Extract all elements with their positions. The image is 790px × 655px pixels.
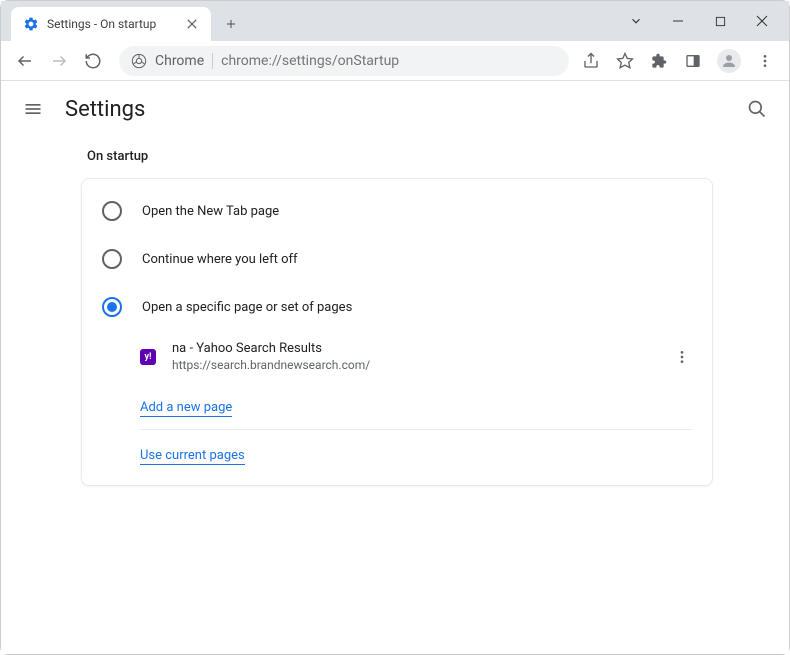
page-entry-title: na - Yahoo Search Results [172,341,656,356]
browser-tab[interactable]: Settings - On startup [11,7,211,41]
gear-icon [23,16,39,32]
share-icon[interactable] [581,51,601,71]
hamburger-menu-icon[interactable] [21,97,45,121]
window-controls [609,1,789,41]
chrome-icon [131,53,147,69]
page-info: na - Yahoo Search Results https://search… [172,341,656,372]
settings-main: On startup Open the New Tab page Continu… [1,137,789,486]
use-current-link[interactable]: Use current pages [140,448,245,465]
option-specific-pages[interactable]: Open a specific page or set of pages [82,283,712,331]
minimize-icon[interactable] [669,12,687,30]
address-prefix: Chrome [155,53,204,69]
toolbar-actions [581,49,779,73]
address-separator [212,53,213,69]
page-entry-url: https://search.brandnewsearch.com/ [172,358,656,372]
tab-close-icon[interactable] [185,17,199,31]
new-tab-button[interactable] [217,10,245,38]
radio-label: Open the New Tab page [142,204,279,219]
close-icon[interactable] [753,12,771,30]
settings-header: Settings [1,81,789,137]
browser-toolbar: Chrome chrome://settings/onStartup [1,41,789,81]
address-bar[interactable]: Chrome chrome://settings/onStartup [119,46,569,76]
section-title: On startup [87,149,789,164]
back-button[interactable] [11,47,39,75]
kebab-menu-icon[interactable] [755,51,775,71]
add-page-row: Add a new page [82,382,712,429]
more-options-icon[interactable] [672,347,692,367]
yahoo-favicon: y! [140,349,156,365]
page-title: Settings [65,97,725,122]
page-content: pcrisk.com Settings On startup Open the … [1,81,789,654]
startup-card: Open the New Tab page Continue where you… [81,178,713,486]
reload-button[interactable] [79,47,107,75]
bookmark-icon[interactable] [615,51,635,71]
sidepanel-icon[interactable] [683,51,703,71]
radio-label: Continue where you left off [142,252,298,267]
radio-label: Open a specific page or set of pages [142,300,352,315]
startup-page-entry: y! na - Yahoo Search Results https://sea… [82,331,712,382]
tab-title: Settings - On startup [47,17,177,31]
radio-icon[interactable] [102,249,122,269]
option-continue[interactable]: Continue where you left off [82,235,712,283]
option-new-tab[interactable]: Open the New Tab page [82,187,712,235]
search-icon[interactable] [745,97,769,121]
profile-avatar[interactable] [717,49,741,73]
chevron-down-icon[interactable] [627,12,645,30]
radio-icon[interactable] [102,201,122,221]
extensions-icon[interactable] [649,51,669,71]
address-url: chrome://settings/onStartup [221,53,399,69]
use-current-row: Use current pages [82,430,712,477]
radio-icon[interactable] [102,297,122,317]
add-page-link[interactable]: Add a new page [140,400,232,417]
maximize-icon[interactable] [711,12,729,30]
forward-button[interactable] [45,47,73,75]
